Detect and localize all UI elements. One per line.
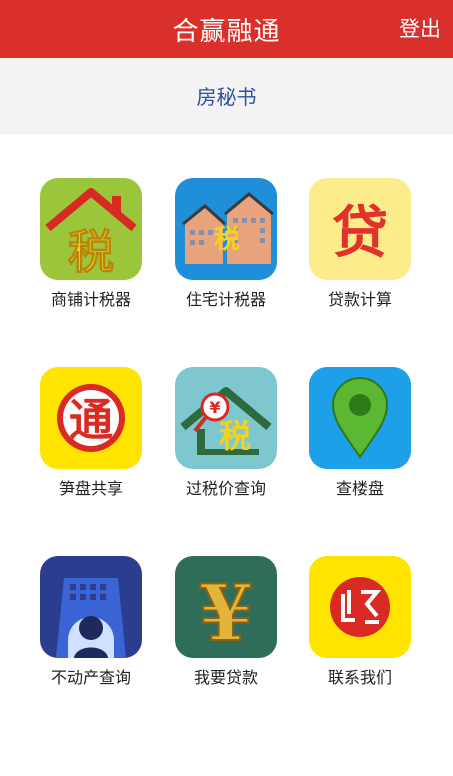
property-query-icon xyxy=(40,556,142,658)
app-title: 合赢融通 xyxy=(172,16,281,47)
section-header: 房秘书 xyxy=(0,58,453,134)
shop-tax-calculator-item[interactable]: 税 商铺计税器 xyxy=(26,178,156,328)
loan-calculator-label: 贷款计算 xyxy=(327,290,392,309)
apply-loan-label: 我要贷款 xyxy=(193,668,258,687)
svg-text:贷: 贷 xyxy=(332,201,388,266)
loan-calc-icon: 贷 xyxy=(309,178,411,280)
share-listing-label: 笋盘共享 xyxy=(58,479,123,498)
contact-us-item[interactable]: 联系我们 xyxy=(295,556,425,706)
contact-seal-icon xyxy=(309,556,411,658)
tax-price-query-item[interactable]: 税 ¥ 过税价查询 xyxy=(161,367,291,517)
apply-loan-item[interactable]: ¥ 我要贷款 xyxy=(161,556,291,706)
section-title: 房秘书 xyxy=(196,85,257,109)
real-estate-query-item[interactable]: 不动产查询 xyxy=(26,556,156,706)
share-listing-icon: 通 xyxy=(40,367,142,469)
residential-tax-icon: 税 xyxy=(175,178,277,280)
svg-text:¥: ¥ xyxy=(199,568,253,658)
real-estate-query-label: 不动产查询 xyxy=(50,668,131,687)
svg-text:税: 税 xyxy=(219,417,251,455)
loan-calculator-item[interactable]: 贷 贷款计算 xyxy=(295,178,425,328)
residential-tax-calculator-label: 住宅计税器 xyxy=(185,290,266,309)
feature-grid: 税 商铺计税器 税 住宅计税器 贷 贷款计算 通 笋盘共享 税 ¥ 过税价查询 … xyxy=(0,134,453,776)
svg-text:税: 税 xyxy=(68,225,114,279)
find-property-label: 查楼盘 xyxy=(335,479,384,498)
shop-tax-icon: 税 xyxy=(40,178,142,280)
top-header: 合赢融通 登出 xyxy=(0,0,453,58)
svg-text:税: 税 xyxy=(214,225,240,255)
location-pin-icon xyxy=(309,367,411,469)
residential-tax-calculator-item[interactable]: 税 住宅计税器 xyxy=(161,178,291,328)
tax-price-query-label: 过税价查询 xyxy=(185,479,266,498)
contact-us-label: 联系我们 xyxy=(327,668,392,687)
share-listing-item[interactable]: 通 笋盘共享 xyxy=(26,367,156,517)
yuan-icon: ¥ xyxy=(175,556,277,658)
app-screen: 合赢融通 登出 房秘书 税 商铺计税器 税 住宅计税器 贷 贷款计算 通 笋盘共… xyxy=(0,0,453,776)
svg-text:通: 通 xyxy=(69,395,113,446)
svg-text:¥: ¥ xyxy=(209,398,220,417)
shop-tax-calculator-label: 商铺计税器 xyxy=(50,290,131,309)
tax-price-query-icon: 税 ¥ xyxy=(175,367,277,469)
find-property-item[interactable]: 查楼盘 xyxy=(295,367,425,517)
logout-button[interactable]: 登出 xyxy=(399,13,441,43)
